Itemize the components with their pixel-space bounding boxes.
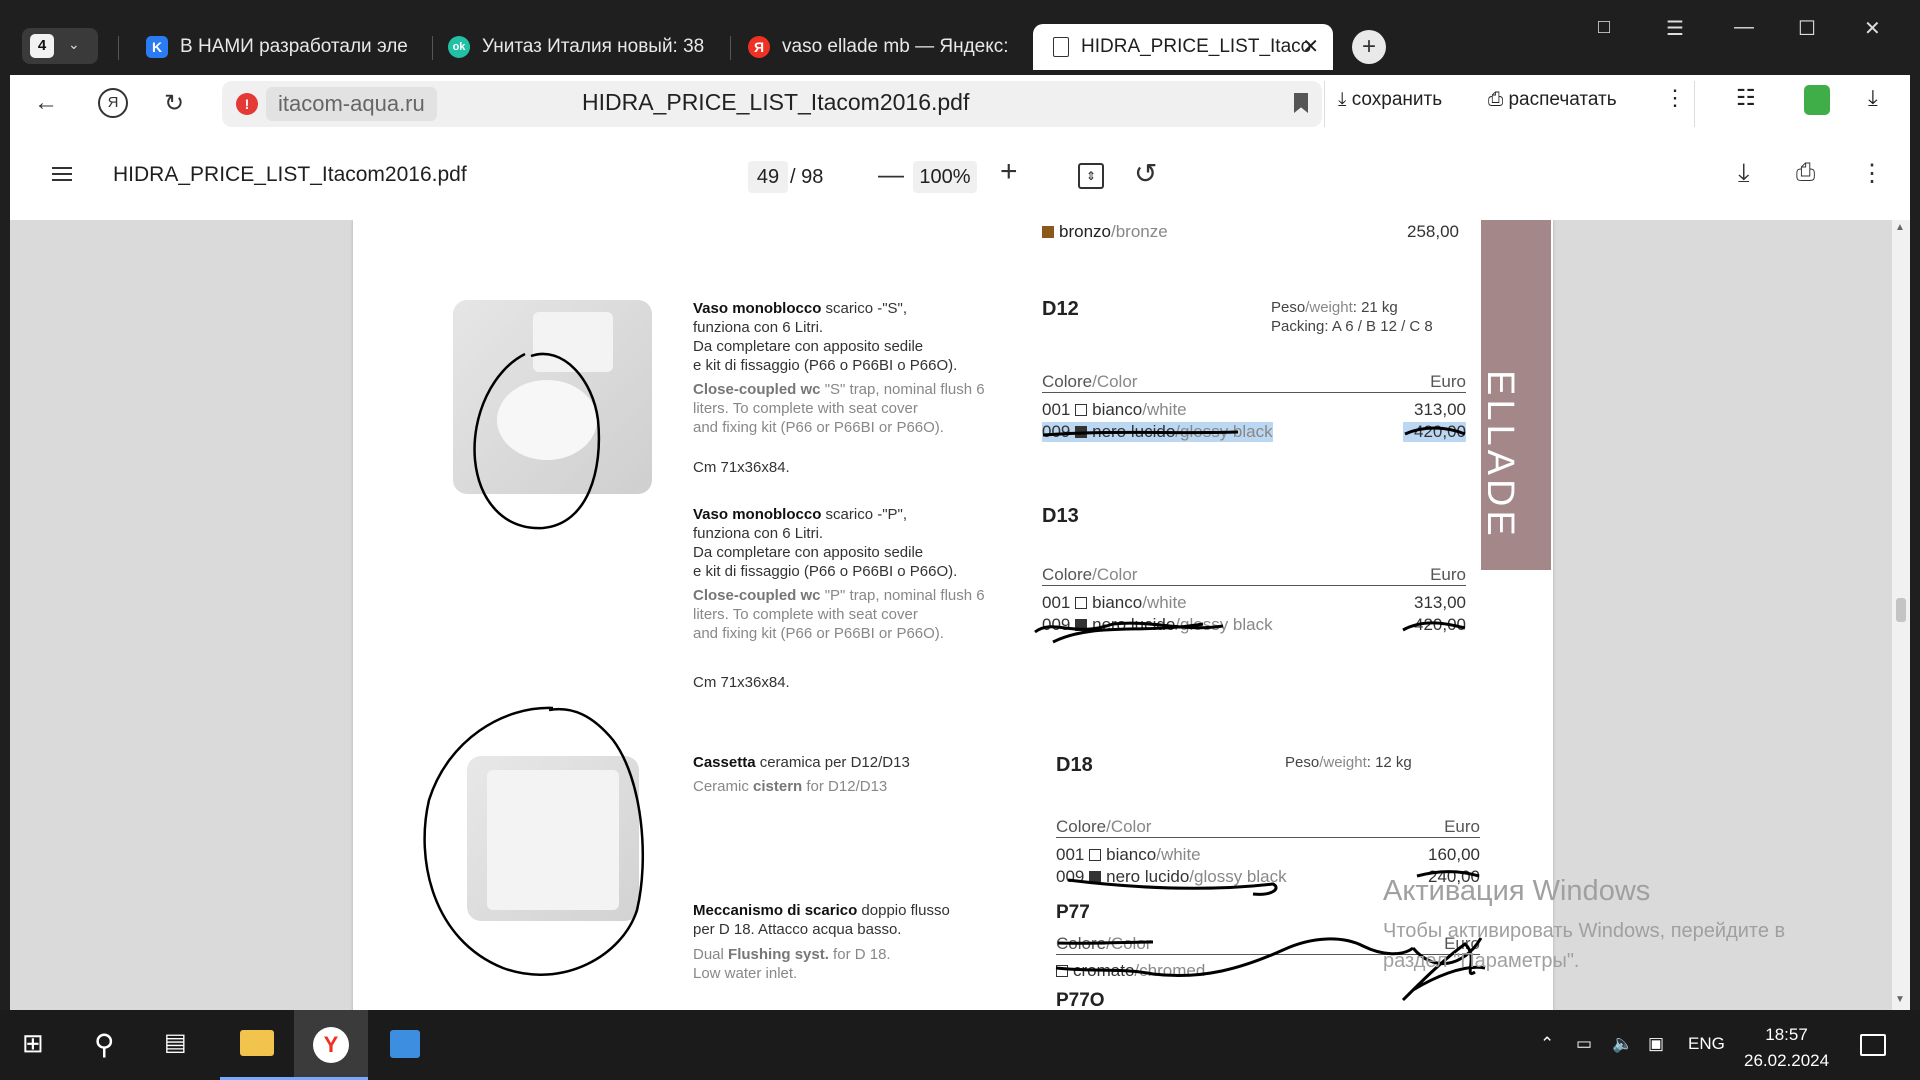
tab-title: vaso ellade mb — Яндекс: [782,36,1009,57]
hamburger-menu-icon[interactable] [52,167,72,182]
tab-count: 4 [30,34,54,58]
window-border-right [1910,75,1920,1010]
watermark-text: раздел "Параметры". [1383,950,1580,972]
download-arrow-icon: ⤓ [1338,89,1347,110]
tab-favicon-k: K [146,35,168,58]
yandex-icon[interactable]: Я [98,88,128,118]
page-number-input[interactable]: 49 [748,161,788,193]
pdf-download-icon[interactable]: ⤓ [1738,157,1750,189]
tab-strip: 4 ⌄ K В НАМИ разработали эле ok Унитаз Ита… [0,0,1920,75]
tab-2[interactable]: ok Унитаз Италия новый: 38 [448,24,716,70]
battery-icon[interactable]: ▭ [1576,1034,1592,1054]
clock[interactable]: 18:57 26.02.2024 [1744,1022,1829,1074]
windows-activation-watermark: Активация Windows Чтобы активировать Win… [1383,875,1785,976]
domain-chip[interactable]: itacom-aqua.ru [266,87,437,121]
omnibox-title: HIDRA_PRICE_LIST_Itacom2016.pdf [582,89,970,115]
tab-1[interactable]: K В НАМИ разработали эле [146,24,418,70]
volume-icon[interactable]: 🔈 [1612,1034,1633,1054]
store-icon [390,1030,420,1058]
clock-time: 18:57 [1765,1025,1808,1044]
yandex-browser-icon: Y [313,1027,349,1063]
window-border-left [0,75,10,1010]
windows-start-icon[interactable]: ⊞ [22,1028,44,1059]
tab-4-active[interactable]: HIDRA_PRICE_LIST_Itaco ✕ [1033,24,1333,70]
bookmark-icon[interactable] [1294,93,1308,113]
watermark-text: Чтобы активировать Windows, перейдите в [1383,920,1786,942]
downloads-icon[interactable]: ⤓ [1868,85,1878,111]
minimize-icon[interactable]: — [1734,16,1754,39]
address-bar-row: ← Я ↻ ! itacom-aqua.ru HIDRA_PRICE_LIST_… [10,75,1910,133]
scribble-d13-black [1034,621,1466,644]
circle-annotation-d12 [473,352,601,530]
save-label: сохранить [1351,89,1443,110]
pdf-print-icon[interactable]: ⎙ [1796,159,1815,187]
search-icon[interactable]: ⚲ [94,1028,115,1061]
extension-icon[interactable] [1804,85,1830,115]
zoom-out-icon[interactable]: — [878,159,904,190]
save-button[interactable]: ⤓ сохранить [1338,89,1442,111]
taskbar-store[interactable] [368,1010,442,1080]
tab-title: Унитаз Италия новый: 38 [482,36,705,57]
back-icon[interactable]: ← [34,89,58,117]
taskbar-file-explorer[interactable] [220,1010,294,1080]
tab-count-button[interactable]: 4 ⌄ [22,28,98,64]
language-indicator[interactable]: ENG [1688,1034,1725,1054]
pdf-page: ELLADE bronzo/bronze 258,00 Vaso monoblo… [353,220,1553,1010]
omnibox[interactable]: ! itacom-aqua.ru HIDRA_PRICE_LIST_Itacom… [222,81,1322,127]
scroll-up-icon[interactable]: ▲ [1895,222,1905,233]
tab-favicon-yandex: Я [748,35,770,58]
vertical-scrollbar[interactable]: ▲ ▼ [1892,220,1910,1010]
pdf-title: HIDRA_PRICE_LIST_Itacom2016.pdf [113,163,467,186]
tab-separator [118,36,119,60]
marker-annotations [423,352,1486,1002]
tab-title: В НАМИ разработали эле [180,36,408,57]
printer-icon: ⎙ [1488,89,1504,110]
watermark-title: Активация Windows [1383,875,1651,907]
clock-date: 26.02.2024 [1744,1051,1830,1070]
scroll-down-icon[interactable]: ▼ [1895,994,1905,1005]
task-view-icon[interactable]: ▤ [164,1028,187,1057]
new-tab-button[interactable]: + [1352,30,1386,64]
close-window-icon[interactable]: ✕ [1864,16,1881,41]
taskbar: ⊞ ⚲ ▤ Y ⌃ ▭ 🔈 ▣ ENG 18:57 26.02.2024 [0,1010,1920,1080]
divider [1324,81,1325,127]
warning-icon[interactable]: ! [236,93,258,115]
rotate-icon[interactable]: ↺ [1134,157,1157,190]
network-icon[interactable]: ▣ [1648,1034,1664,1054]
more-vertical-icon[interactable]: ⋮ [1664,85,1686,111]
chevron-down-icon: ⌄ [68,36,80,52]
close-tab-icon[interactable]: ✕ [1302,24,1319,70]
zoom-in-icon[interactable]: + [1000,155,1018,189]
tab-separator [432,36,433,60]
tray-chevron-up-icon[interactable]: ⌃ [1540,1034,1554,1054]
watermark-line: Чтобы активировать Windows, перейдите в р… [1383,916,1785,976]
maximize-icon[interactable]: ☐ [1798,16,1816,41]
tab-separator [730,36,731,60]
tab-favicon-ok: ok [448,35,470,58]
page-total: / 98 [790,166,824,188]
bookmarks-panel-icon[interactable]: □ [1598,16,1610,39]
divider [1694,81,1695,127]
folder-icon [240,1030,274,1056]
menu-icon[interactable]: ☰ [1666,16,1684,41]
pdf-more-icon[interactable]: ⋮ [1860,159,1884,188]
notification-icon[interactable] [1860,1034,1886,1056]
translate-icon[interactable]: ☷ [1736,85,1756,111]
print-label: распечатать [1508,89,1617,110]
tab-3[interactable]: Яvaso ellade mb — Яндекс: [748,24,1014,70]
doc-icon [1053,36,1069,57]
scroll-thumb[interactable] [1896,598,1906,622]
reload-icon[interactable]: ↻ [164,89,184,118]
fit-page-icon[interactable]: ⇕ [1078,163,1104,189]
circle-annotation-d18 [423,706,644,977]
print-button[interactable]: ⎙ распечатать [1488,89,1617,111]
pdf-toolbar: HIDRA_PRICE_LIST_Itacom2016.pdf 49 / 98 … [10,133,1910,221]
taskbar-yandex-browser[interactable]: Y [294,1010,368,1080]
tab-title: HIDRA_PRICE_LIST_Itaco [1081,36,1312,57]
zoom-level-input[interactable]: 100% [913,161,977,193]
scribble-d12-black [1042,426,1466,437]
